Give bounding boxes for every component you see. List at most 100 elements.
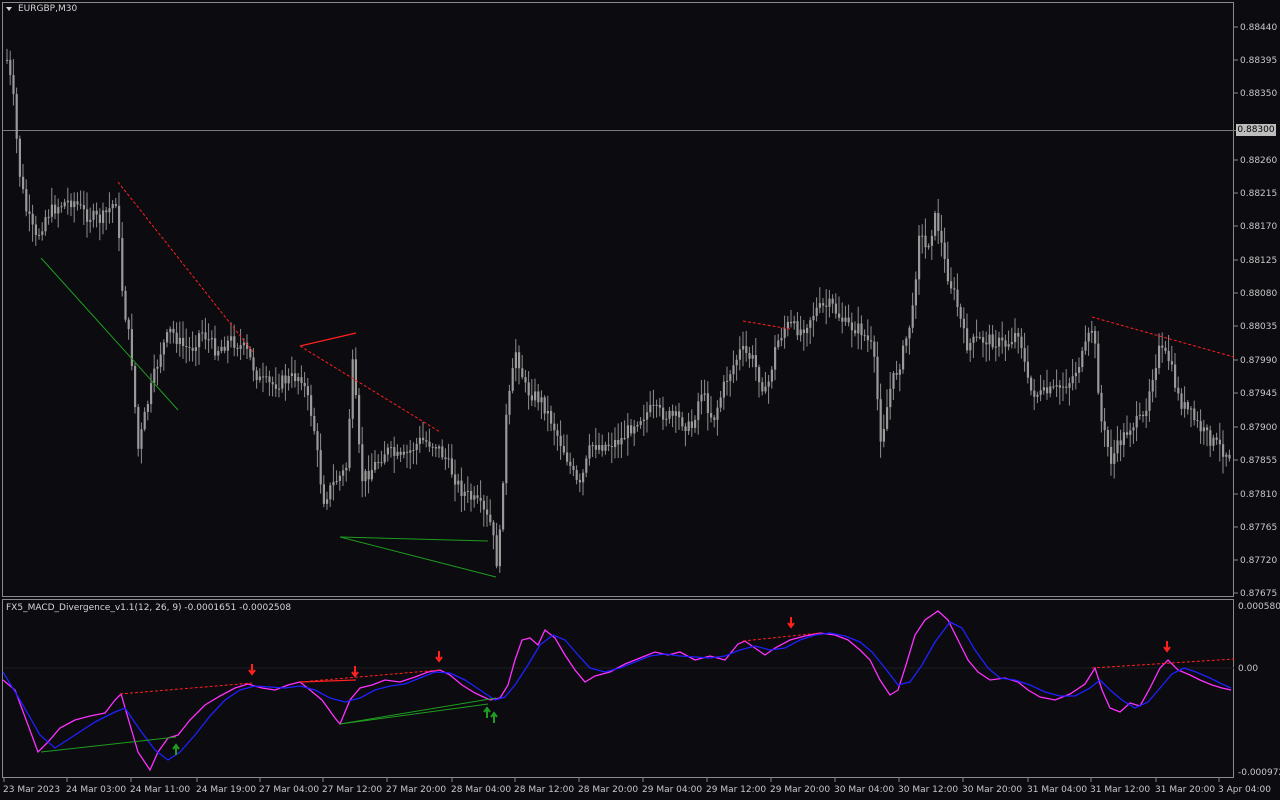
candle-body bbox=[562, 445, 565, 453]
candle-body bbox=[678, 411, 681, 418]
price-tick-label: 0.88035 bbox=[1240, 322, 1277, 332]
candle-body bbox=[914, 279, 917, 306]
candle-body bbox=[796, 321, 799, 336]
signal-line bbox=[2, 621, 1232, 761]
candle-body bbox=[793, 321, 796, 324]
time-tick-label: 29 Mar 04:00 bbox=[642, 785, 702, 795]
candle-body bbox=[473, 495, 476, 500]
candle-body bbox=[223, 346, 226, 351]
candle-body bbox=[495, 535, 498, 567]
candle-body bbox=[690, 421, 693, 428]
candle-body bbox=[1209, 430, 1212, 446]
candle-body bbox=[937, 212, 940, 231]
candle-body bbox=[150, 383, 153, 405]
candle-body bbox=[1113, 453, 1116, 464]
price-tick-label: 0.87765 bbox=[1240, 523, 1277, 533]
candle-body bbox=[1158, 345, 1161, 369]
time-tick-label: 29 Mar 20:00 bbox=[770, 785, 830, 795]
candle-body bbox=[258, 376, 261, 381]
candle-body bbox=[674, 411, 677, 416]
candle-body bbox=[770, 369, 773, 382]
candle-body bbox=[1170, 361, 1173, 365]
price-tick-label: 0.87720 bbox=[1240, 556, 1277, 566]
candle-body bbox=[1148, 391, 1151, 411]
candle-body bbox=[1180, 393, 1183, 409]
candle-body bbox=[434, 447, 437, 449]
candle-body bbox=[1103, 421, 1106, 431]
candle-body bbox=[217, 351, 220, 356]
candle-body bbox=[610, 446, 613, 448]
candle-body bbox=[748, 352, 751, 359]
indicator-divergence-lines bbox=[40, 632, 1235, 753]
candle-body bbox=[882, 428, 885, 442]
candle-body bbox=[1081, 350, 1084, 368]
price-tick-label: 0.88215 bbox=[1240, 189, 1277, 199]
candle-body bbox=[118, 205, 121, 239]
candle-body bbox=[111, 204, 114, 209]
bullish-divergence-line bbox=[40, 257, 179, 411]
candle-body bbox=[188, 347, 191, 349]
candle-body bbox=[1142, 414, 1145, 417]
candle-body bbox=[828, 298, 831, 307]
candle-body bbox=[946, 258, 949, 282]
candle-body bbox=[735, 359, 738, 366]
candle-body bbox=[1049, 386, 1052, 394]
candle-body bbox=[866, 335, 869, 341]
buy-arrow-icon bbox=[490, 711, 498, 723]
candle-body bbox=[934, 212, 937, 236]
candle-body bbox=[303, 382, 306, 387]
candle-body bbox=[130, 329, 133, 367]
candle-body bbox=[409, 450, 412, 453]
candle-body bbox=[601, 445, 604, 451]
candle-body bbox=[534, 391, 537, 401]
candle-body bbox=[172, 328, 175, 333]
symbol-dropdown-icon[interactable] bbox=[6, 7, 12, 11]
bearish-divergence-line bbox=[119, 682, 253, 695]
symbol-title[interactable]: EURGBP,M30 bbox=[18, 4, 77, 14]
candle-body bbox=[310, 395, 313, 416]
candle-body bbox=[1055, 385, 1058, 387]
candle-body bbox=[636, 424, 639, 427]
candle-body bbox=[1001, 337, 1004, 341]
candle-body bbox=[521, 368, 524, 378]
candle-body bbox=[841, 317, 844, 322]
candle-body bbox=[633, 426, 636, 434]
candle-body bbox=[742, 346, 745, 350]
candle-body bbox=[182, 337, 185, 346]
candle-body bbox=[1062, 386, 1065, 388]
candle-body bbox=[1078, 367, 1081, 373]
candle-body bbox=[255, 370, 258, 381]
candle-body bbox=[847, 317, 850, 323]
candle-body bbox=[1151, 379, 1154, 392]
candle-body bbox=[719, 397, 722, 408]
candle-body bbox=[1010, 342, 1013, 345]
candle-body bbox=[822, 303, 825, 306]
candle-body bbox=[1174, 364, 1177, 388]
candle-body bbox=[162, 342, 165, 355]
candle-body bbox=[95, 210, 98, 215]
candle-body bbox=[1145, 410, 1148, 417]
candle-body bbox=[290, 373, 293, 376]
candle-body bbox=[626, 425, 629, 439]
candle-body bbox=[1033, 390, 1036, 397]
candle-body bbox=[1046, 387, 1049, 394]
candle-body bbox=[50, 204, 53, 217]
candle-body bbox=[28, 211, 31, 214]
candle-body bbox=[358, 395, 361, 445]
candle-body bbox=[518, 352, 521, 369]
candle-body bbox=[262, 376, 265, 378]
candle-body bbox=[278, 388, 281, 390]
time-tick-label: 27 Mar 20:00 bbox=[386, 785, 446, 795]
bullish-divergence-line bbox=[339, 697, 497, 725]
candle-body bbox=[1071, 376, 1074, 384]
candle-body bbox=[930, 235, 933, 246]
candle-body bbox=[623, 438, 626, 440]
chart-canvas[interactable]: 0.88440 0.88395 0.88350 0.88260 0.88215 0.881… bbox=[0, 0, 1280, 800]
candle-body bbox=[41, 231, 44, 235]
candle-body bbox=[220, 346, 223, 352]
candle-body bbox=[412, 450, 415, 452]
candle-body bbox=[498, 529, 501, 567]
candle-body bbox=[697, 401, 700, 420]
candle-body bbox=[975, 336, 978, 338]
candle-body bbox=[444, 457, 447, 460]
